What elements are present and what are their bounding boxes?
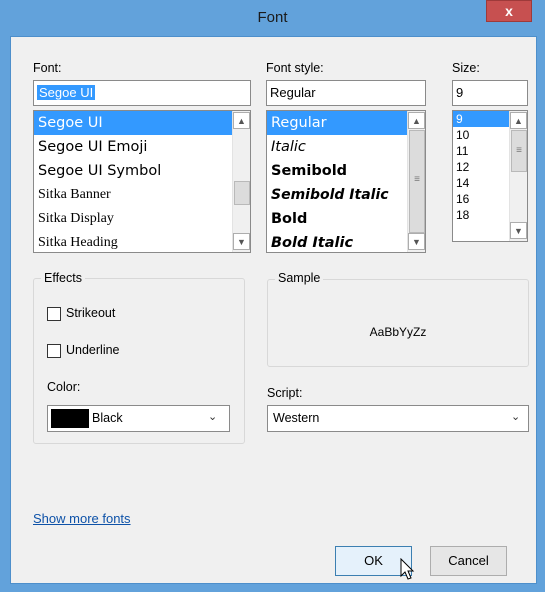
font-style-label: Font style: [266,61,324,75]
style-item-regular[interactable]: Regular [267,111,407,135]
scroll-thumb[interactable]: ≡ [409,130,425,233]
dialog-body: Font: Segoe UI Segoe UI Segoe UI Emoji S… [10,36,537,584]
font-listbox[interactable]: Segoe UI Segoe UI Emoji Segoe UI Symbol … [33,110,251,253]
underline-label[interactable]: Underline [66,343,120,357]
sample-group [267,279,529,367]
strikeout-checkbox[interactable] [47,307,61,321]
font-item-sitka-heading[interactable]: Sitka Heading [34,231,232,252]
size-item-18[interactable]: 18 [453,207,509,223]
sample-text: AaBbYyZz [369,325,427,339]
color-value: Black [92,411,123,425]
size-list-scrollbar[interactable]: ▲ ≡ ▼ [509,111,527,241]
color-dropdown[interactable]: Black ⌄ [47,405,230,432]
font-name-value: Segoe UI [37,85,96,100]
font-item-segoe-ui-emoji[interactable]: Segoe UI Emoji [34,135,232,159]
script-label: Script: [267,386,303,400]
mouse-cursor-icon [400,558,415,580]
close-button[interactable]: x [486,0,532,22]
style-list-items: Regular Italic Semibold Semibold Italic … [267,111,407,252]
underline-checkbox[interactable] [47,344,61,358]
style-item-italic[interactable]: Italic [267,135,407,159]
font-item-sitka-banner[interactable]: Sitka Banner [34,183,232,207]
size-item-10[interactable]: 10 [453,127,509,143]
scroll-down-icon[interactable]: ▼ [233,233,250,250]
chevron-down-icon: ⌄ [208,411,218,423]
scroll-up-icon[interactable]: ▲ [233,112,250,129]
script-value: Western [273,411,320,425]
color-label: Color: [47,380,81,394]
scroll-down-icon[interactable]: ▼ [408,233,425,250]
scroll-down-icon[interactable]: ▼ [510,222,527,239]
style-item-semibold[interactable]: Semibold [267,159,407,183]
font-style-listbox[interactable]: Regular Italic Semibold Semibold Italic … [266,110,426,253]
grip-icon: ≡ [516,145,522,156]
strikeout-label[interactable]: Strikeout [66,306,115,320]
font-list-scrollbar[interactable]: ▲ ▼ [232,111,250,252]
scroll-thumb[interactable]: ≡ [511,130,527,172]
font-style-input[interactable]: Regular [266,80,426,106]
sample-label: Sample [275,271,324,285]
font-label: Font: [33,61,62,75]
effects-label: Effects [41,271,85,285]
style-item-bold[interactable]: Bold [267,207,407,231]
style-list-scrollbar[interactable]: ▲ ≡ ▼ [407,111,425,252]
size-item-14[interactable]: 14 [453,175,509,191]
size-item-9[interactable]: 9 [453,111,509,127]
script-dropdown[interactable]: Western ⌄ [267,405,529,432]
scroll-thumb[interactable] [234,181,250,205]
font-item-sitka-display[interactable]: Sitka Display [34,207,232,231]
font-name-input[interactable]: Segoe UI [33,80,251,106]
title-bar[interactable]: Font x [0,0,545,36]
scroll-up-icon[interactable]: ▲ [408,112,425,129]
size-input[interactable]: 9 [452,80,528,106]
style-item-bold-italic[interactable]: Bold Italic [267,231,407,252]
size-list-items: 9 10 11 12 14 16 18 [453,111,509,241]
font-list-items: Segoe UI Segoe UI Emoji Segoe UI Symbol … [34,111,232,252]
style-item-semibold-italic[interactable]: Semibold Italic [267,183,407,207]
font-item-segoe-ui[interactable]: Segoe UI [34,111,232,135]
window-title: Font [257,9,288,26]
show-more-fonts-link[interactable]: Show more fonts [33,511,131,526]
size-listbox[interactable]: 9 10 11 12 14 16 18 ▲ ≡ ▼ [452,110,528,242]
close-icon: x [505,3,513,19]
chevron-down-icon: ⌄ [511,411,521,423]
font-item-segoe-ui-symbol[interactable]: Segoe UI Symbol [34,159,232,183]
size-item-16[interactable]: 16 [453,191,509,207]
grip-icon: ≡ [414,174,420,185]
cancel-button[interactable]: Cancel [430,546,507,576]
scroll-up-icon[interactable]: ▲ [510,112,527,129]
size-label: Size: [452,61,480,75]
color-swatch [51,409,89,428]
size-item-11[interactable]: 11 [453,143,509,159]
size-item-12[interactable]: 12 [453,159,509,175]
